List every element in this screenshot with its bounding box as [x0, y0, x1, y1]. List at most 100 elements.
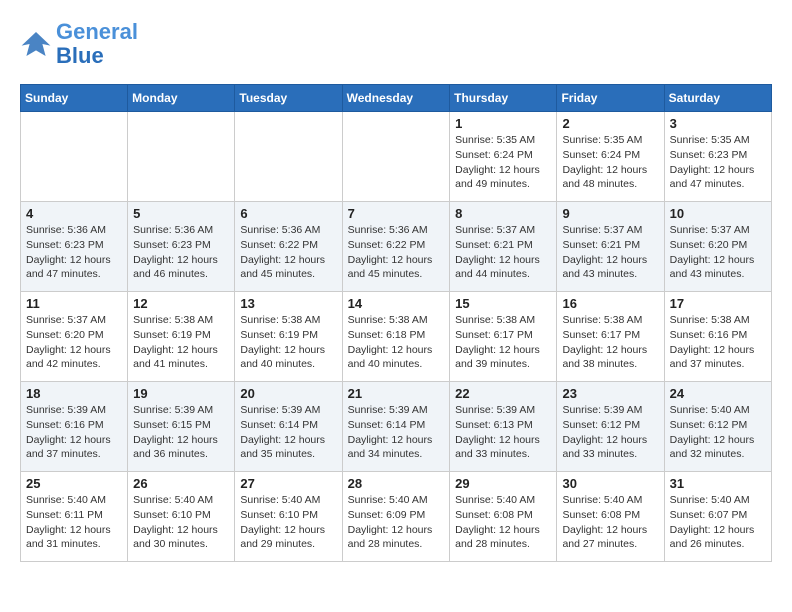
day-info: Sunrise: 5:35 AM Sunset: 6:24 PM Dayligh… — [455, 133, 551, 192]
day-number: 28 — [348, 476, 445, 491]
calendar-cell — [235, 112, 342, 202]
day-info: Sunrise: 5:39 AM Sunset: 6:14 PM Dayligh… — [348, 403, 445, 462]
day-info: Sunrise: 5:37 AM Sunset: 6:20 PM Dayligh… — [670, 223, 766, 282]
calendar-cell: 5Sunrise: 5:36 AM Sunset: 6:23 PM Daylig… — [128, 202, 235, 292]
calendar-cell: 18Sunrise: 5:39 AM Sunset: 6:16 PM Dayli… — [21, 382, 128, 472]
day-number: 25 — [26, 476, 122, 491]
day-info: Sunrise: 5:40 AM Sunset: 6:10 PM Dayligh… — [240, 493, 336, 552]
day-info: Sunrise: 5:40 AM Sunset: 6:09 PM Dayligh… — [348, 493, 445, 552]
calendar-cell: 31 Sunrise: 5:40 AM Sunset: 6:07 PM Dayli… — [664, 472, 771, 562]
calendar-cell: 12Sunrise: 5:38 AM Sunset: 6:19 PM Dayli… — [128, 292, 235, 382]
calendar-header: SundayMondayTuesdayWednesdayThursdayFrid… — [21, 85, 772, 112]
day-number: 29 — [455, 476, 551, 491]
day-info: Sunrise: 5:40 AM Sunset: 6:08 PM Dayligh… — [562, 493, 658, 552]
calendar-cell: 19Sunrise: 5:39 AM Sunset: 6:15 PM Dayli… — [128, 382, 235, 472]
calendar-cell: 22 Sunrise: 5:39 AM Sunset: 6:13 PM Dayli… — [450, 382, 557, 472]
calendar-cell: 7 Sunrise: 5:36 AM Sunset: 6:22 PM Daylig… — [342, 202, 450, 292]
calendar-cell: 14 Sunrise: 5:38 AM Sunset: 6:18 PM Dayli… — [342, 292, 450, 382]
day-number: 20 — [240, 386, 336, 401]
weekday-header: Sunday — [21, 85, 128, 112]
logo-text: General Blue — [56, 20, 138, 68]
day-number: 30 — [562, 476, 658, 491]
calendar-week-row: 4 Sunrise: 5:36 AM Sunset: 6:23 PM Daylig… — [21, 202, 772, 292]
calendar-cell: 2 Sunrise: 5:35 AM Sunset: 6:24 PM Daylig… — [557, 112, 664, 202]
day-info: Sunrise: 5:35 AM Sunset: 6:24 PM Dayligh… — [562, 133, 658, 192]
day-number: 10 — [670, 206, 766, 221]
day-number: 17 — [670, 296, 766, 311]
calendar-cell: 23 Sunrise: 5:39 AM Sunset: 6:12 PM Dayli… — [557, 382, 664, 472]
day-info: Sunrise: 5:38 AM Sunset: 6:18 PM Dayligh… — [348, 313, 445, 372]
day-number: 26 — [133, 476, 229, 491]
day-number: 21 — [348, 386, 445, 401]
day-info: Sunrise: 5:39 AM Sunset: 6:13 PM Dayligh… — [455, 403, 551, 462]
day-info: Sunrise: 5:39 AM Sunset: 6:14 PM Dayligh… — [240, 403, 336, 462]
calendar-cell: 26 Sunrise: 5:40 AM Sunset: 6:10 PM Dayli… — [128, 472, 235, 562]
day-info: Sunrise: 5:39 AM Sunset: 6:15 PM Dayligh… — [133, 403, 229, 462]
calendar-cell: 20 Sunrise: 5:39 AM Sunset: 6:14 PM Dayli… — [235, 382, 342, 472]
calendar-cell: 11Sunrise: 5:37 AM Sunset: 6:20 PM Dayli… — [21, 292, 128, 382]
day-number: 1 — [455, 116, 551, 131]
calendar-cell: 1 Sunrise: 5:35 AM Sunset: 6:24 PM Daylig… — [450, 112, 557, 202]
day-info: Sunrise: 5:40 AM Sunset: 6:08 PM Dayligh… — [455, 493, 551, 552]
day-number: 18 — [26, 386, 122, 401]
day-number: 31 — [670, 476, 766, 491]
day-info: Sunrise: 5:38 AM Sunset: 6:19 PM Dayligh… — [240, 313, 336, 372]
day-number: 22 — [455, 386, 551, 401]
day-info: Sunrise: 5:36 AM Sunset: 6:22 PM Dayligh… — [348, 223, 445, 282]
day-number: 14 — [348, 296, 445, 311]
day-info: Sunrise: 5:35 AM Sunset: 6:23 PM Dayligh… — [670, 133, 766, 192]
calendar-cell: 10 Sunrise: 5:37 AM Sunset: 6:20 PM Dayli… — [664, 202, 771, 292]
calendar-cell: 16 Sunrise: 5:38 AM Sunset: 6:17 PM Dayli… — [557, 292, 664, 382]
day-number: 15 — [455, 296, 551, 311]
day-info: Sunrise: 5:40 AM Sunset: 6:07 PM Dayligh… — [670, 493, 766, 552]
weekday-header: Thursday — [450, 85, 557, 112]
day-info: Sunrise: 5:38 AM Sunset: 6:19 PM Dayligh… — [133, 313, 229, 372]
calendar-cell — [128, 112, 235, 202]
day-number: 7 — [348, 206, 445, 221]
calendar-cell: 9 Sunrise: 5:37 AM Sunset: 6:21 PM Daylig… — [557, 202, 664, 292]
day-info: Sunrise: 5:38 AM Sunset: 6:17 PM Dayligh… — [455, 313, 551, 372]
calendar-cell: 30 Sunrise: 5:40 AM Sunset: 6:08 PM Dayli… — [557, 472, 664, 562]
calendar-body: 1 Sunrise: 5:35 AM Sunset: 6:24 PM Daylig… — [21, 112, 772, 562]
calendar-week-row: 18Sunrise: 5:39 AM Sunset: 6:16 PM Dayli… — [21, 382, 772, 472]
day-info: Sunrise: 5:37 AM Sunset: 6:21 PM Dayligh… — [562, 223, 658, 282]
day-info: Sunrise: 5:38 AM Sunset: 6:17 PM Dayligh… — [562, 313, 658, 372]
calendar-week-row: 11Sunrise: 5:37 AM Sunset: 6:20 PM Dayli… — [21, 292, 772, 382]
calendar-cell: 3Sunrise: 5:35 AM Sunset: 6:23 PM Daylig… — [664, 112, 771, 202]
calendar-cell: 28 Sunrise: 5:40 AM Sunset: 6:09 PM Dayli… — [342, 472, 450, 562]
calendar-table: SundayMondayTuesdayWednesdayThursdayFrid… — [20, 84, 772, 562]
day-number: 13 — [240, 296, 336, 311]
day-info: Sunrise: 5:38 AM Sunset: 6:16 PM Dayligh… — [670, 313, 766, 372]
day-info: Sunrise: 5:36 AM Sunset: 6:22 PM Dayligh… — [240, 223, 336, 282]
calendar-cell: 27Sunrise: 5:40 AM Sunset: 6:10 PM Dayli… — [235, 472, 342, 562]
day-info: Sunrise: 5:36 AM Sunset: 6:23 PM Dayligh… — [26, 223, 122, 282]
logo: General Blue — [20, 20, 138, 68]
day-info: Sunrise: 5:40 AM Sunset: 6:10 PM Dayligh… — [133, 493, 229, 552]
weekday-row: SundayMondayTuesdayWednesdayThursdayFrid… — [21, 85, 772, 112]
day-info: Sunrise: 5:40 AM Sunset: 6:12 PM Dayligh… — [670, 403, 766, 462]
day-number: 2 — [562, 116, 658, 131]
day-number: 5 — [133, 206, 229, 221]
day-info: Sunrise: 5:37 AM Sunset: 6:21 PM Dayligh… — [455, 223, 551, 282]
logo-icon — [20, 28, 52, 60]
calendar-week-row: 25Sunrise: 5:40 AM Sunset: 6:11 PM Dayli… — [21, 472, 772, 562]
calendar-cell: 24Sunrise: 5:40 AM Sunset: 6:12 PM Dayli… — [664, 382, 771, 472]
day-number: 23 — [562, 386, 658, 401]
calendar-cell: 4 Sunrise: 5:36 AM Sunset: 6:23 PM Daylig… — [21, 202, 128, 292]
day-number: 16 — [562, 296, 658, 311]
day-info: Sunrise: 5:39 AM Sunset: 6:12 PM Dayligh… — [562, 403, 658, 462]
weekday-header: Monday — [128, 85, 235, 112]
weekday-header: Saturday — [664, 85, 771, 112]
day-number: 4 — [26, 206, 122, 221]
calendar-cell: 25Sunrise: 5:40 AM Sunset: 6:11 PM Dayli… — [21, 472, 128, 562]
calendar-cell: 6 Sunrise: 5:36 AM Sunset: 6:22 PM Daylig… — [235, 202, 342, 292]
day-number: 9 — [562, 206, 658, 221]
day-number: 6 — [240, 206, 336, 221]
calendar-cell: 17 Sunrise: 5:38 AM Sunset: 6:16 PM Dayli… — [664, 292, 771, 382]
weekday-header: Tuesday — [235, 85, 342, 112]
calendar-cell: 15 Sunrise: 5:38 AM Sunset: 6:17 PM Dayli… — [450, 292, 557, 382]
weekday-header: Friday — [557, 85, 664, 112]
day-info: Sunrise: 5:37 AM Sunset: 6:20 PM Dayligh… — [26, 313, 122, 372]
calendar-cell — [342, 112, 450, 202]
weekday-header: Wednesday — [342, 85, 450, 112]
